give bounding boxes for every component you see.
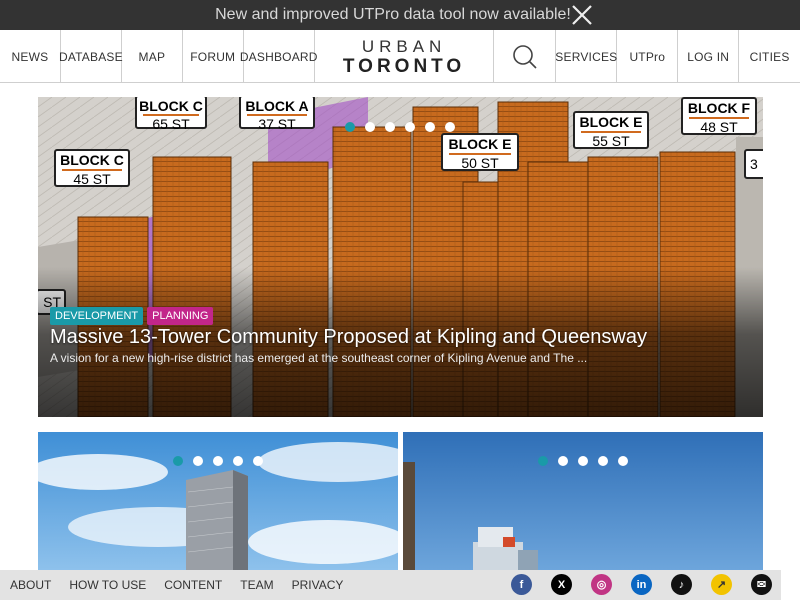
x-icon[interactable]: X bbox=[551, 574, 572, 595]
hero-carousel-dots bbox=[345, 122, 455, 132]
card-2-dot-2[interactable] bbox=[558, 456, 568, 466]
hero-dot-6[interactable] bbox=[445, 122, 455, 132]
nav-database[interactable]: DATABASE bbox=[59, 30, 123, 83]
block-label-e50: BLOCK E 50 ST bbox=[441, 133, 519, 171]
main-nav: NEWS DATABASE MAP FORUM DASHBOARD URBAN … bbox=[0, 30, 800, 83]
card-1-dot-1[interactable] bbox=[173, 456, 183, 466]
hero-subtitle: A vision for a new high-rise district ha… bbox=[50, 351, 588, 365]
nav-cities[interactable]: CITIES bbox=[739, 30, 800, 83]
email-icon[interactable]: ✉ bbox=[751, 574, 772, 595]
block-label-e55: BLOCK E 55 ST bbox=[573, 111, 649, 149]
search-button[interactable] bbox=[494, 30, 557, 83]
nav-utpro[interactable]: UTPro bbox=[617, 30, 679, 83]
instagram-icon[interactable]: ◎ bbox=[591, 574, 612, 595]
announcement-text[interactable]: New and improved UTPro data tool now ava… bbox=[215, 6, 571, 24]
footer-bar: ABOUT HOW TO USE CONTENT TEAM PRIVACY fX… bbox=[0, 570, 781, 600]
story-card-1[interactable] bbox=[38, 432, 398, 572]
card-1-image bbox=[38, 432, 398, 572]
trend-icon[interactable]: ↗ bbox=[711, 574, 732, 595]
block-label-a37: BLOCK A 37 ST bbox=[239, 97, 315, 132]
block-label-f48: BLOCK F 48 ST bbox=[681, 97, 757, 135]
block-label-c65: BLOCK C 65 ST bbox=[135, 97, 207, 132]
hero-carousel[interactable]: BLOCK C 65 ST BLOCK A 37 ST BLOCK C 45 ST B… bbox=[38, 97, 763, 417]
story-card-2[interactable] bbox=[403, 432, 763, 572]
logo-line-1: URBAN bbox=[361, 36, 447, 56]
nav-forum[interactable]: FORUM bbox=[183, 30, 244, 83]
footer-content[interactable]: CONTENT bbox=[164, 578, 222, 592]
card-1-dot-5[interactable] bbox=[253, 456, 263, 466]
footer-how-to-use[interactable]: HOW TO USE bbox=[69, 578, 146, 592]
block-label-c45: BLOCK C 45 ST bbox=[54, 149, 130, 187]
card-1-dot-4[interactable] bbox=[233, 456, 243, 466]
hero-dot-5[interactable] bbox=[425, 122, 435, 132]
facebook-icon[interactable]: f bbox=[511, 574, 532, 595]
hero-title[interactable]: Massive 13-Tower Community Proposed at K… bbox=[50, 326, 647, 349]
logo-line-2: TORONTO bbox=[342, 55, 466, 77]
nav-news[interactable]: NEWS bbox=[0, 30, 61, 83]
nav-map[interactable]: MAP bbox=[122, 30, 183, 83]
card-2-dot-4[interactable] bbox=[598, 456, 608, 466]
card-2-image bbox=[403, 432, 763, 572]
announcement-bar: New and improved UTPro data tool now ava… bbox=[0, 0, 800, 30]
site-logo[interactable]: URBAN TORONTO bbox=[315, 30, 495, 83]
tag-planning[interactable]: PLANNING bbox=[147, 307, 214, 325]
card-2-dot-1[interactable] bbox=[538, 456, 548, 466]
search-icon bbox=[513, 44, 537, 69]
footer-team[interactable]: TEAM bbox=[240, 578, 273, 592]
hero-dot-1[interactable] bbox=[345, 122, 355, 132]
card-1-dot-3[interactable] bbox=[213, 456, 223, 466]
card-2-carousel-dots bbox=[538, 456, 628, 466]
footer-about[interactable]: ABOUT bbox=[10, 578, 51, 592]
card-2-dot-5[interactable] bbox=[618, 456, 628, 466]
tag-development[interactable]: DEVELOPMENT bbox=[50, 307, 144, 325]
footer-privacy[interactable]: PRIVACY bbox=[292, 578, 344, 592]
hero-dot-3[interactable] bbox=[385, 122, 395, 132]
block-label-partial-right: 3 bbox=[744, 149, 763, 179]
hero-dot-4[interactable] bbox=[405, 122, 415, 132]
card-2-dot-3[interactable] bbox=[578, 456, 588, 466]
close-icon[interactable] bbox=[570, 3, 594, 27]
card-1-dot-2[interactable] bbox=[193, 456, 203, 466]
hero-dot-2[interactable] bbox=[365, 122, 375, 132]
nav-dashboard[interactable]: DASHBOARD bbox=[240, 30, 317, 83]
hero-tags: DEVELOPMENT PLANNING bbox=[50, 307, 214, 325]
linkedin-icon[interactable]: in bbox=[631, 574, 652, 595]
nav-services[interactable]: SERVICES bbox=[555, 30, 618, 83]
nav-login[interactable]: LOG IN bbox=[678, 30, 740, 83]
tiktok-icon[interactable]: ♪ bbox=[671, 574, 692, 595]
page-scrollbar[interactable] bbox=[781, 83, 800, 600]
card-1-carousel-dots bbox=[173, 456, 263, 466]
